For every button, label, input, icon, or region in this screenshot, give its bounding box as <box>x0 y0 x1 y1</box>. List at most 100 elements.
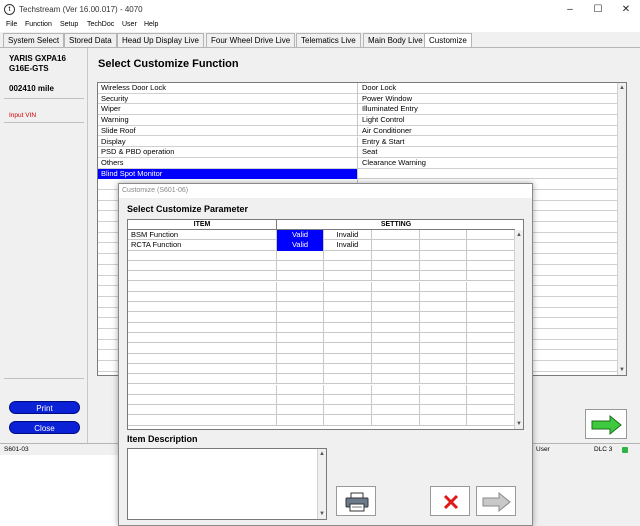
function-item[interactable]: Light Control <box>359 115 618 126</box>
setting-option[interactable] <box>324 333 372 344</box>
menu-file[interactable]: File <box>6 21 17 28</box>
function-item[interactable]: Illuminated Entry <box>359 104 618 115</box>
setting-option[interactable] <box>420 405 467 416</box>
setting-option[interactable] <box>277 302 324 313</box>
scroll-up-icon[interactable]: ▲ <box>618 84 626 92</box>
setting-option[interactable] <box>372 240 420 251</box>
setting-option[interactable] <box>420 333 467 344</box>
parameter-item[interactable] <box>128 363 277 375</box>
setting-option[interactable] <box>324 312 372 323</box>
setting-option[interactable] <box>372 260 420 272</box>
setting-option[interactable] <box>467 302 515 313</box>
setting-option[interactable] <box>420 374 467 385</box>
setting-option[interactable] <box>420 230 467 241</box>
parameter-item[interactable] <box>128 312 277 323</box>
setting-option[interactable] <box>467 384 515 395</box>
close-window-button[interactable]: ✕ <box>612 0 640 20</box>
setting-option[interactable] <box>324 415 372 426</box>
setting-option[interactable] <box>372 302 420 313</box>
function-item[interactable]: Slide Roof <box>98 125 358 137</box>
setting-option[interactable] <box>324 394 372 406</box>
function-item[interactable]: Power Window <box>359 94 618 105</box>
setting-option[interactable] <box>420 250 467 261</box>
setting-option[interactable] <box>324 271 372 282</box>
setting-option[interactable]: Valid <box>277 230 324 241</box>
menu-function[interactable]: Function <box>25 21 52 28</box>
setting-option[interactable] <box>277 343 324 354</box>
parameter-item[interactable]: RCTA Function <box>128 240 277 251</box>
function-item[interactable]: Air Conditioner <box>359 126 618 137</box>
setting-option[interactable] <box>420 260 467 272</box>
parameter-item[interactable] <box>128 322 277 333</box>
setting-option[interactable] <box>372 394 420 406</box>
parameter-item[interactable]: BSM Function <box>128 230 277 241</box>
function-item[interactable]: Wiper <box>98 104 358 116</box>
tab-four-wheel-drive-live[interactable]: Four Wheel Drive Live <box>206 33 296 47</box>
setting-option[interactable] <box>467 271 515 282</box>
function-item[interactable]: PSD & PBD operation <box>98 147 358 158</box>
parameter-item[interactable] <box>128 374 277 385</box>
setting-option[interactable] <box>420 281 467 292</box>
maximize-button[interactable]: ☐ <box>584 0 612 20</box>
setting-option[interactable]: Invalid <box>324 240 372 251</box>
print-dialog-button[interactable] <box>336 486 376 516</box>
setting-option[interactable] <box>467 394 515 406</box>
setting-option[interactable] <box>324 343 372 354</box>
input-vin-link[interactable]: Input VIN <box>9 112 36 119</box>
scroll-up-icon[interactable]: ▲ <box>515 231 523 239</box>
setting-option[interactable] <box>324 250 372 261</box>
setting-option[interactable] <box>372 405 420 416</box>
function-table-scrollbar[interactable]: ▲ ▼ <box>617 83 626 375</box>
parameter-item[interactable] <box>128 415 277 426</box>
parameter-item[interactable] <box>128 353 277 364</box>
setting-option[interactable] <box>420 291 467 303</box>
setting-option[interactable] <box>324 363 372 375</box>
parameter-item[interactable] <box>128 281 277 292</box>
setting-option[interactable] <box>372 250 420 261</box>
setting-option[interactable] <box>372 281 420 292</box>
menu-help[interactable]: Help <box>144 21 158 28</box>
tab-stored-data[interactable]: Stored Data <box>64 33 117 47</box>
function-item[interactable]: Display <box>98 136 358 148</box>
setting-option[interactable] <box>467 291 515 303</box>
setting-option[interactable] <box>324 260 372 272</box>
setting-option[interactable] <box>467 343 515 354</box>
function-item[interactable]: Blind Spot Monitor <box>98 168 358 180</box>
setting-option[interactable] <box>372 322 420 333</box>
setting-option[interactable] <box>277 374 324 385</box>
setting-option[interactable] <box>420 240 467 251</box>
tab-customize[interactable]: Customize <box>424 33 472 47</box>
setting-option[interactable] <box>467 250 515 261</box>
setting-option[interactable] <box>372 271 420 282</box>
scroll-down-icon[interactable]: ▼ <box>618 366 626 374</box>
function-item[interactable]: Seat <box>359 147 618 158</box>
setting-option[interactable]: Valid <box>277 240 324 251</box>
setting-option[interactable] <box>420 302 467 313</box>
setting-option[interactable] <box>277 353 324 364</box>
setting-option[interactable] <box>277 260 324 272</box>
setting-option[interactable] <box>324 281 372 292</box>
function-item[interactable]: Clearance Warning <box>359 158 618 169</box>
setting-option[interactable] <box>420 312 467 323</box>
setting-option[interactable] <box>324 353 372 364</box>
parameter-item[interactable] <box>128 291 277 303</box>
setting-option[interactable] <box>467 240 515 251</box>
parameter-item[interactable] <box>128 333 277 344</box>
menu-user[interactable]: User <box>122 21 137 28</box>
setting-option[interactable] <box>277 322 324 333</box>
scroll-down-icon[interactable]: ▼ <box>318 510 326 518</box>
parameter-table-scrollbar[interactable]: ▲ ▼ <box>514 230 523 429</box>
setting-option[interactable] <box>420 271 467 282</box>
function-item[interactable] <box>359 169 618 180</box>
scroll-up-icon[interactable]: ▲ <box>318 450 326 458</box>
function-item[interactable]: Warning <box>98 115 358 126</box>
setting-option[interactable] <box>372 333 420 344</box>
parameter-item[interactable] <box>128 343 277 354</box>
setting-option[interactable] <box>277 384 324 395</box>
setting-option[interactable] <box>277 271 324 282</box>
menu-setup[interactable]: Setup <box>60 21 78 28</box>
setting-option[interactable] <box>372 291 420 303</box>
parameter-item[interactable] <box>128 302 277 313</box>
function-item[interactable]: Entry & Start <box>359 137 618 148</box>
print-button[interactable]: Print <box>9 401 80 414</box>
